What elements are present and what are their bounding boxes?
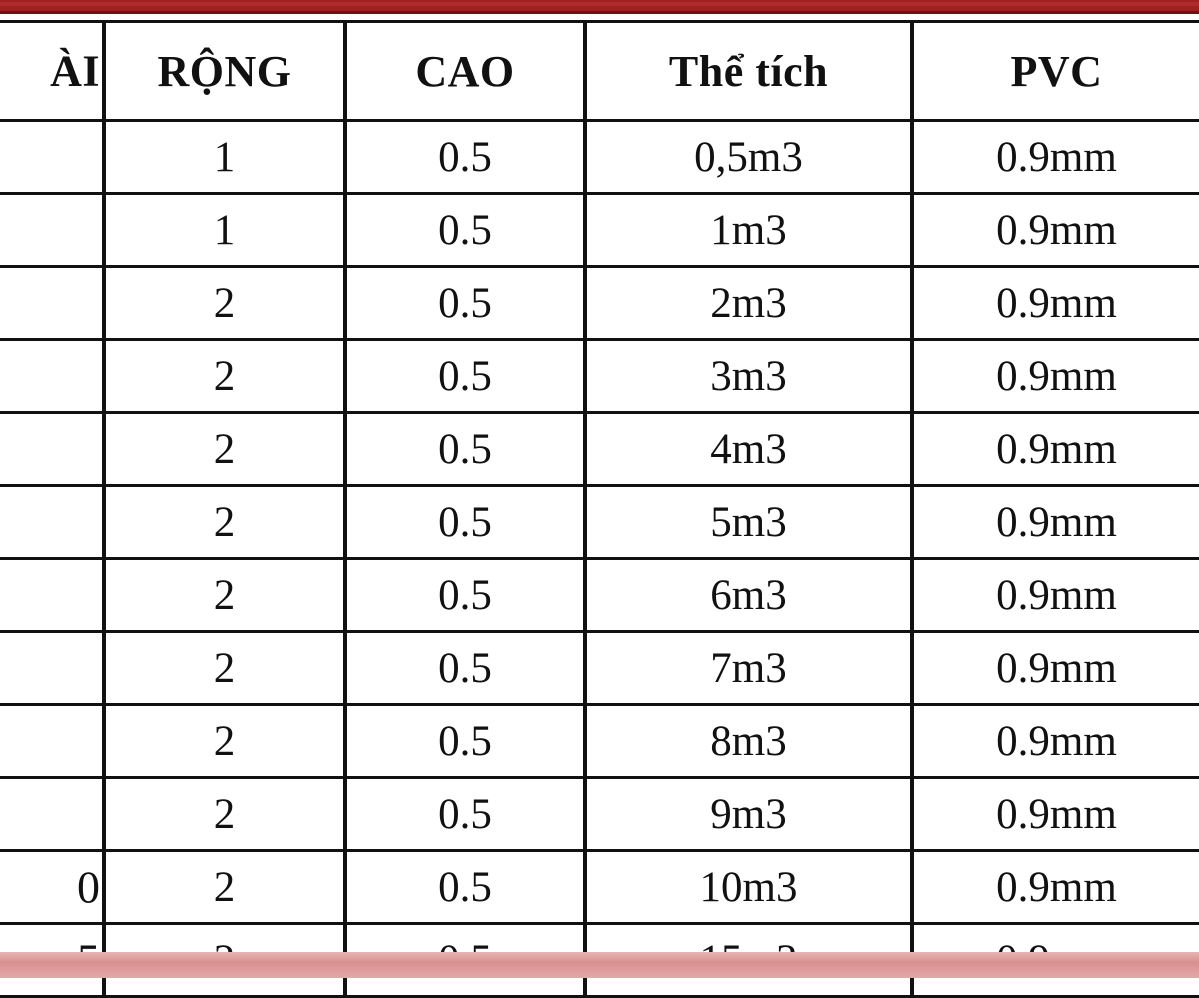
cell-cao: 0.5 [345, 850, 587, 925]
column-header-cao: CAO [345, 21, 587, 122]
table-row: 2 0.5 4m3 0.9mm [0, 412, 1199, 487]
specifications-table: ÀI RỘNG CAO Thể tích PVC 1 0.5 0,5m3 0.9mm 1… [0, 20, 1199, 998]
cell-rong: 1 [104, 120, 347, 195]
column-header-rong: RỘNG [104, 21, 347, 122]
cell-dai [0, 777, 106, 852]
cell-cao: 0.5 [345, 704, 587, 779]
cell-dai [0, 485, 106, 560]
table-row: 1 0.5 0,5m3 0.9mm [0, 120, 1199, 195]
cell-the-tich: 5m3 [585, 485, 914, 560]
table-row: 2 0.5 3m3 0.9mm [0, 339, 1199, 414]
cell-the-tich: 0,5m3 [585, 120, 914, 195]
cell-the-tich: 2m3 [585, 266, 914, 341]
cell-rong: 2 [104, 777, 347, 852]
cell-pvc: 0.9mm [912, 631, 1199, 706]
cell-cao: 0.5 [345, 485, 587, 560]
cell-pvc: 0.9mm [912, 120, 1199, 195]
cell-pvc: 0.9mm [912, 193, 1199, 268]
bottom-red-band [0, 952, 1199, 978]
cell-rong: 2 [104, 339, 347, 414]
cell-cao: 0.5 [345, 631, 587, 706]
table-row: 2 0.5 9m3 0.9mm [0, 777, 1199, 852]
table-row: 2 0.5 2m3 0.9mm [0, 266, 1199, 341]
cell-dai [0, 704, 106, 779]
column-header-dai-label: ÀI [50, 46, 100, 96]
cell-the-tich: 10m3 [585, 850, 914, 925]
table-row: 0 2 0.5 10m3 0.9mm [0, 850, 1199, 925]
table-header: ÀI RỘNG CAO Thể tích PVC [0, 21, 1199, 122]
cell-pvc: 0.9mm [912, 558, 1199, 633]
table-body: 1 0.5 0,5m3 0.9mm 1 0.5 1m3 0.9mm 2 0.5 2m3 0.9mm 2 0… [0, 120, 1199, 997]
cell-cao: 0.5 [345, 777, 587, 852]
cell-dai [0, 193, 106, 268]
cell-the-tich: 6m3 [585, 558, 914, 633]
header-row: ÀI RỘNG CAO Thể tích PVC [0, 21, 1199, 122]
cell-cao: 0.5 [345, 120, 587, 195]
cell-dai [0, 412, 106, 487]
cell-pvc: 0.9mm [912, 777, 1199, 852]
top-red-band [0, 0, 1199, 14]
column-header-dai: ÀI [0, 21, 106, 122]
cell-rong: 2 [104, 412, 347, 487]
column-header-pvc: PVC [912, 21, 1199, 122]
column-header-the-tich: Thể tích [585, 21, 914, 122]
cell-the-tich: 7m3 [585, 631, 914, 706]
cell-rong: 2 [104, 631, 347, 706]
cell-pvc: 0.9mm [912, 704, 1199, 779]
cell-rong: 2 [104, 558, 347, 633]
price-table-page: ÀI RỘNG CAO Thể tích PVC 1 0.5 0,5m3 0.9mm 1… [0, 0, 1199, 998]
cell-rong: 2 [104, 485, 347, 560]
cell-the-tich: 1m3 [585, 193, 914, 268]
cell-dai [0, 631, 106, 706]
cell-dai [0, 266, 106, 341]
cell-cao: 0.5 [345, 339, 587, 414]
cell-the-tich: 3m3 [585, 339, 914, 414]
cell-pvc: 0.9mm [912, 412, 1199, 487]
cell-cao: 0.5 [345, 266, 587, 341]
cell-dai: 0 [0, 850, 106, 925]
table-row: 2 0.5 7m3 0.9mm [0, 631, 1199, 706]
table-container: ÀI RỘNG CAO Thể tích PVC 1 0.5 0,5m3 0.9mm 1… [0, 20, 1199, 998]
cell-rong: 2 [104, 266, 347, 341]
cell-pvc: 0.9mm [912, 339, 1199, 414]
cell-cao: 0.5 [345, 412, 587, 487]
cell-cao: 0.5 [345, 193, 587, 268]
cell-the-tich: 8m3 [585, 704, 914, 779]
cell-dai [0, 339, 106, 414]
cell-cao: 0.5 [345, 558, 587, 633]
cell-dai-value: 0 [77, 861, 100, 913]
cell-pvc: 0.9mm [912, 266, 1199, 341]
table-row: 2 0.5 8m3 0.9mm [0, 704, 1199, 779]
cell-dai [0, 120, 106, 195]
cell-the-tich: 4m3 [585, 412, 914, 487]
table-row: 2 0.5 6m3 0.9mm [0, 558, 1199, 633]
table-row: 1 0.5 1m3 0.9mm [0, 193, 1199, 268]
table-row: 2 0.5 5m3 0.9mm [0, 485, 1199, 560]
cell-pvc: 0.9mm [912, 850, 1199, 925]
cell-pvc: 0.9mm [912, 485, 1199, 560]
cell-rong: 1 [104, 193, 347, 268]
cell-rong: 2 [104, 850, 347, 925]
cell-the-tich: 9m3 [585, 777, 914, 852]
cell-rong: 2 [104, 704, 347, 779]
top-red-band-highlight [0, 2, 1199, 6]
cell-dai [0, 558, 106, 633]
